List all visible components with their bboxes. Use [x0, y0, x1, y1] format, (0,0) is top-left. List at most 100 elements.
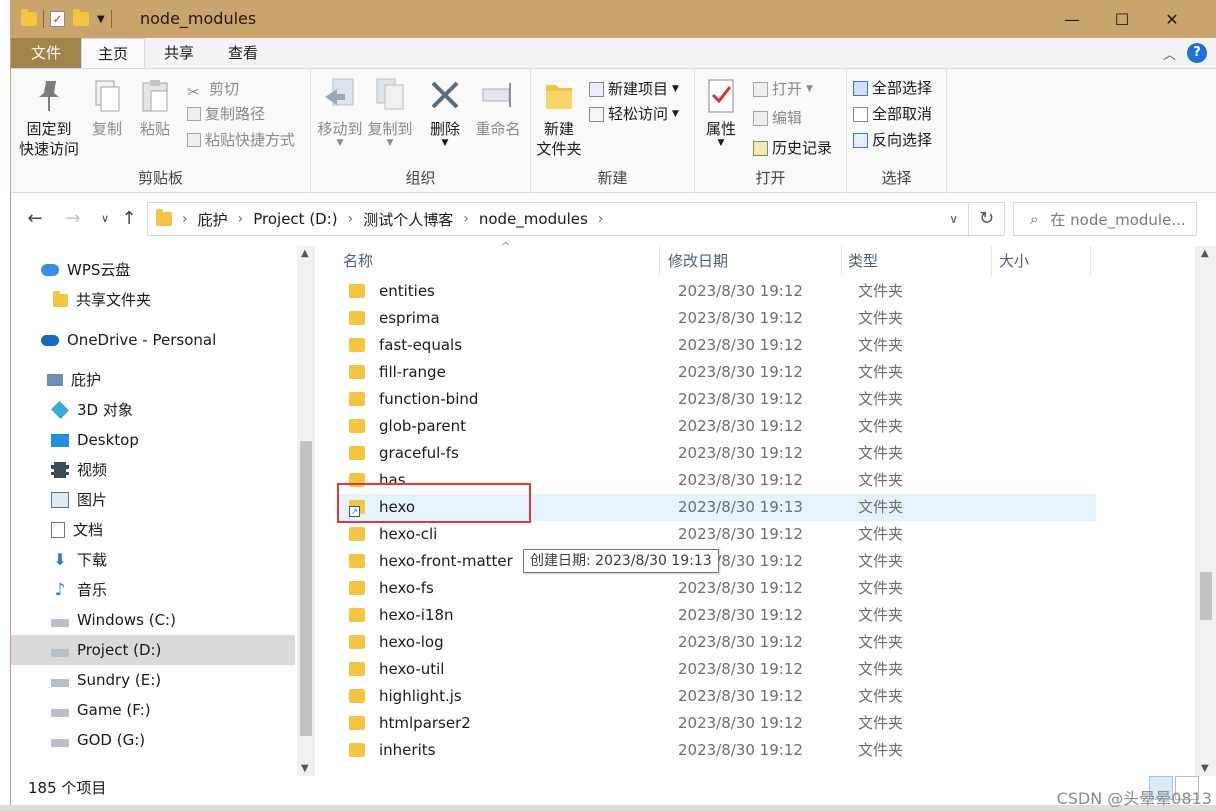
nav-item-desktop[interactable]: Desktop [11, 425, 295, 455]
breadcrumb-item[interactable]: Project (D:) [253, 210, 337, 228]
file-row[interactable]: hexo-log 2023/8/30 19:12 文件夹 [339, 629, 1096, 656]
nav-item-music[interactable]: ♪ 音乐 [11, 575, 295, 605]
nav-scrollbar[interactable]: ▲ ▼ [297, 246, 315, 776]
file-row[interactable]: hexo-i18n 2023/8/30 19:12 文件夹 [339, 602, 1096, 629]
breadcrumb-item[interactable]: 测试个人博客 [363, 209, 453, 230]
paste-shortcut-button[interactable]: 粘贴快捷方式 [187, 129, 295, 151]
open-button[interactable]: 打开 ▼ [753, 78, 813, 100]
file-row[interactable]: htmlparser2 2023/8/30 19:12 文件夹 [339, 710, 1096, 737]
tab-view[interactable]: 查看 [211, 38, 275, 68]
nav-item-wps-cloud[interactable]: WPS云盘 [11, 255, 295, 285]
scroll-down-arrow-icon[interactable]: ▼ [1201, 763, 1209, 774]
file-row[interactable]: highlight.js 2023/8/30 19:12 文件夹 [339, 683, 1096, 710]
select-none-button[interactable]: 全部取消 [853, 103, 932, 125]
group-clipboard: 固定到 快速访问 复制 粘贴 ✂ 剪切 复制路径 粘贴快捷方式 剪贴板 [11, 69, 311, 193]
collapse-ribbon-icon[interactable]: ︿ [1163, 44, 1176, 63]
new-item-button[interactable]: 新建项目 ▼ [589, 78, 679, 100]
column-divider[interactable] [659, 246, 660, 276]
new-folder-quick-icon[interactable] [73, 9, 89, 26]
rename-button[interactable]: 重命名 [473, 77, 523, 139]
move-to-button[interactable]: 移动到 ▼ [315, 77, 365, 148]
nav-item-downloads[interactable]: ⬇ 下载 [11, 545, 295, 575]
invert-selection-button[interactable]: 反向选择 [853, 129, 932, 151]
properties-button[interactable]: 属性 ▼ [701, 77, 741, 148]
nav-item-this-pc[interactable]: 庇护 [11, 365, 295, 395]
nav-item-videos[interactable]: 视频 [11, 455, 295, 485]
address-bar[interactable]: › 庇护 › Project (D:) › 测试个人博客 › node_modu… [147, 202, 969, 236]
tab-file[interactable]: 文件 [11, 38, 81, 68]
new-folder-button[interactable]: 新建 文件夹 [535, 77, 583, 159]
recent-locations-chevron-icon[interactable]: ∨ [93, 207, 117, 231]
delete-button[interactable]: 删除 ▼ [425, 77, 465, 148]
file-list-scrollbar[interactable]: ▲ ▼ [1195, 246, 1216, 776]
address-dropdown-chevron-icon[interactable]: ∨ [949, 212, 958, 226]
cut-button[interactable]: ✂ 剪切 [187, 78, 239, 101]
back-arrow-icon[interactable]: ← [23, 207, 47, 231]
scroll-down-arrow-icon[interactable]: ▼ [301, 763, 309, 774]
column-divider[interactable] [1090, 246, 1091, 276]
file-row[interactable]: function-bind 2023/8/30 19:12 文件夹 [339, 386, 1096, 413]
nav-item-3d-objects[interactable]: 3D 对象 [11, 395, 295, 425]
tab-share[interactable]: 共享 [147, 38, 211, 68]
nav-item-label: OneDrive - Personal [67, 331, 217, 349]
explorer-window: ✓ ▼ node_modules — ☐ ✕ 文件 主页 共享 查看 ︿ ? 固… [10, 0, 1216, 805]
customize-quick-access-icon[interactable]: ▼ [97, 14, 105, 25]
nav-item-drive-e[interactable]: Sundry (E:) [11, 665, 295, 695]
column-header-name[interactable]: 名称 [343, 246, 373, 276]
nav-scrollbar-thumb[interactable] [300, 441, 312, 736]
tab-home[interactable]: 主页 [81, 38, 145, 68]
edit-button[interactable]: 编辑 [753, 107, 802, 129]
nav-item-drive-g[interactable]: GOD (G:) [11, 725, 295, 755]
nav-item-documents[interactable]: 文档 [11, 515, 295, 545]
breadcrumb-item[interactable]: 庇护 [198, 209, 228, 230]
folder-icon [349, 743, 365, 757]
created-date-tooltip: 创建日期: 2023/8/30 19:13 [523, 549, 719, 573]
history-button[interactable]: 历史记录 [753, 137, 832, 159]
search-box[interactable]: ⌕ 在 node_module... [1013, 202, 1197, 236]
file-row[interactable]: hexo-fs 2023/8/30 19:12 文件夹 [339, 575, 1096, 602]
breadcrumb-item[interactable]: node_modules [479, 210, 588, 228]
pin-quick-access-button[interactable]: 固定到 快速访问 [19, 77, 79, 159]
file-row[interactable]: inherits 2023/8/30 19:12 文件夹 [339, 737, 1096, 764]
folder-icon [349, 527, 365, 541]
forward-arrow-icon[interactable]: → [61, 207, 85, 231]
nav-item-shared-folder[interactable]: 共享文件夹 [11, 285, 295, 315]
column-divider[interactable] [991, 246, 992, 276]
pin-label-line1: 固定到 [26, 120, 72, 138]
up-arrow-icon[interactable]: ↑ [117, 207, 141, 231]
minimize-button[interactable]: — [1047, 0, 1097, 38]
file-row[interactable]: entities 2023/8/30 19:12 文件夹 [339, 278, 1096, 305]
nav-item-drive-f[interactable]: Game (F:) [11, 695, 295, 725]
column-header-type[interactable]: 类型 [848, 246, 878, 276]
close-button[interactable]: ✕ [1147, 0, 1197, 38]
file-row[interactable]: graceful-fs 2023/8/30 19:12 文件夹 [339, 440, 1096, 467]
select-all-button[interactable]: 全部选择 [853, 77, 932, 99]
file-row[interactable]: esprima 2023/8/30 19:12 文件夹 [339, 305, 1096, 332]
paste-button[interactable]: 粘贴 [135, 77, 175, 139]
column-header-size[interactable]: 大小 [999, 246, 1029, 276]
nav-item-onedrive[interactable]: OneDrive - Personal [11, 325, 295, 355]
copy-path-button[interactable]: 复制路径 [187, 103, 265, 125]
column-header-date[interactable]: 修改日期 [668, 246, 728, 276]
file-row[interactable]: hexo-util 2023/8/30 19:12 文件夹 [339, 656, 1096, 683]
easy-access-button[interactable]: 轻松访问 ▼ [589, 103, 679, 125]
scroll-up-arrow-icon[interactable]: ▲ [1201, 248, 1209, 259]
help-icon[interactable]: ? [1187, 43, 1207, 63]
nav-item-drive-c[interactable]: Windows (C:) [11, 605, 295, 635]
refresh-icon[interactable]: ↻ [969, 202, 1005, 236]
maximize-button[interactable]: ☐ [1097, 0, 1147, 38]
file-row[interactable]: hexo-cli 2023/8/30 19:12 文件夹 [339, 521, 1096, 548]
file-modified-date: 2023/8/30 19:12 [678, 660, 803, 678]
file-row[interactable]: fast-equals 2023/8/30 19:12 文件夹 [339, 332, 1096, 359]
copy-to-label: 复制到 [367, 120, 413, 138]
properties-quick-icon[interactable]: ✓ [50, 11, 65, 27]
file-list-scrollbar-thumb[interactable] [1200, 572, 1212, 620]
column-divider[interactable] [841, 246, 842, 276]
copy-to-button[interactable]: 复制到 ▼ [365, 77, 415, 148]
copy-button[interactable]: 复制 [87, 77, 127, 139]
nav-item-drive-d[interactable]: Project (D:) [11, 635, 295, 665]
nav-item-pictures[interactable]: 图片 [11, 485, 295, 515]
file-row[interactable]: glob-parent 2023/8/30 19:12 文件夹 [339, 413, 1096, 440]
file-row[interactable]: fill-range 2023/8/30 19:12 文件夹 [339, 359, 1096, 386]
scroll-up-arrow-icon[interactable]: ▲ [301, 248, 309, 259]
